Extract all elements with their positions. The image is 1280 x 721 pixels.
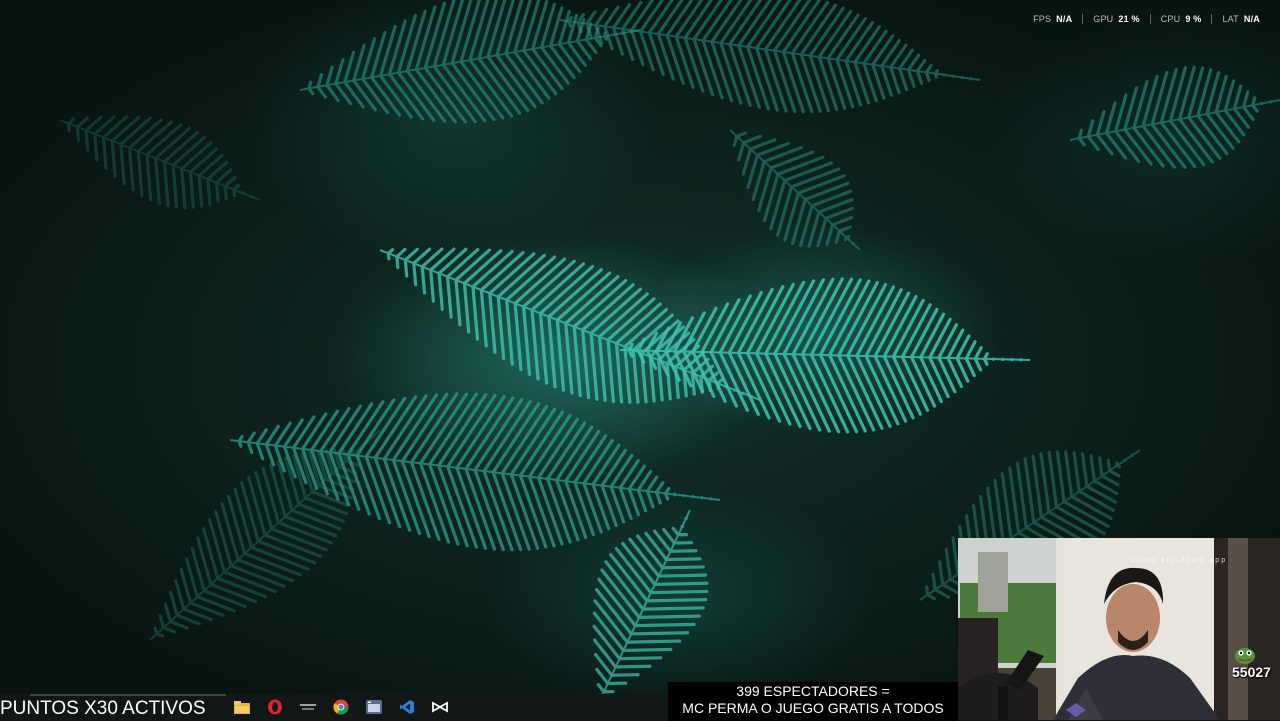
opera-browser-icon[interactable] [265,698,285,716]
file-explorer-icon[interactable] [232,698,252,716]
fern-frond [60,117,260,208]
taskbar-divider [30,694,226,696]
fern-frond [594,510,707,700]
fern-frond [380,249,760,402]
promo-text: MC PERMA O JUEGO GRATIS A TODOS [668,700,958,717]
streamer-webcam-image [958,538,1280,720]
fern-frond [560,0,980,112]
webcam-watermark: using droidcam app [1130,557,1227,564]
fps-label: FPS [1033,14,1051,24]
webcam-feed [958,538,1280,720]
fps-readout: FPS N/A [1023,14,1082,24]
gpu-value: 21 % [1118,14,1139,24]
app-window-icon[interactable] [364,698,384,716]
fps-value: N/A [1056,14,1072,24]
gpu-label: GPU [1093,14,1113,24]
chrome-icon[interactable] [331,698,351,716]
fern-frond [230,394,720,550]
sub-counter: 55027 [1232,664,1271,680]
fern-frond [730,130,860,250]
fern-frond [1070,67,1280,167]
stream-caption: 399 ESPECTADORES = MC PERMA O JUEGO GRAT… [668,682,958,721]
latency-value: N/A [1244,14,1260,24]
cpu-readout: CPU 9 % [1150,14,1212,24]
lunar-client-icon[interactable] [298,698,318,716]
points-active-overlay: PUNTOS X30 ACTIVOS [0,698,206,720]
fern-frond [620,279,1030,432]
latency-label: LAT [1222,14,1238,24]
pepe-emote-icon [1234,646,1256,664]
performance-overlay: FPS N/A GPU 21 % CPU 9 % LAT N/A [1023,12,1270,26]
visual-studio-icon[interactable] [397,698,417,716]
cpu-value: 9 % [1185,14,1201,24]
cpu-label: CPU [1161,14,1181,24]
viewers-count-text: 399 ESPECTADORES = [668,683,958,700]
gpu-readout: GPU 21 % [1082,14,1149,24]
latency-readout: LAT N/A [1211,14,1270,24]
capcut-icon[interactable] [430,698,450,716]
fern-frond [150,430,380,640]
